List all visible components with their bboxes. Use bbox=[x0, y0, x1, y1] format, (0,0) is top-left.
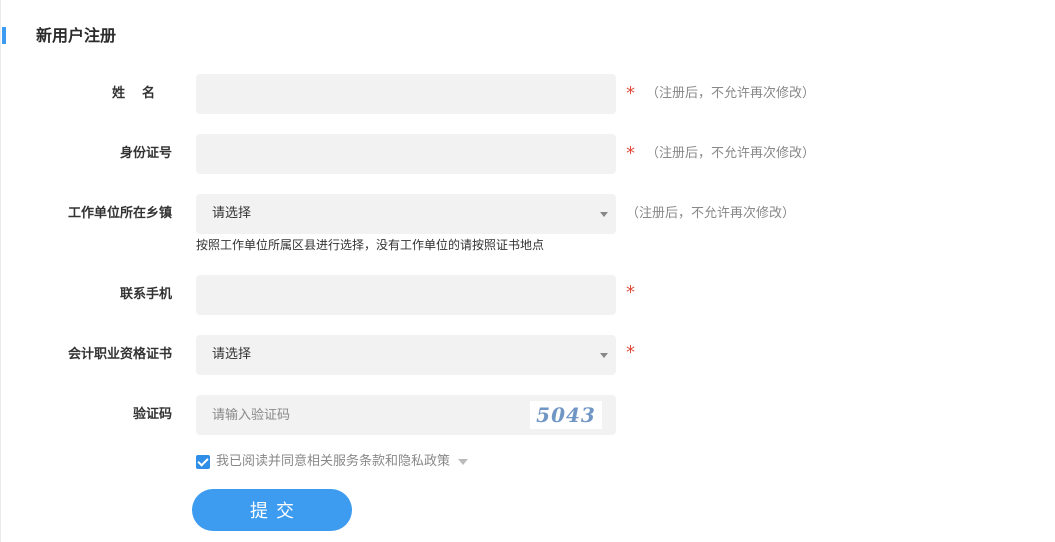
chevron-down-icon bbox=[600, 212, 608, 217]
workplace-town-selected: 请选择 bbox=[212, 206, 252, 221]
title-accent-bar bbox=[2, 27, 6, 44]
page-title: 新用户注册 bbox=[36, 26, 117, 45]
phone-required-mark: * bbox=[626, 282, 635, 303]
certificate-select[interactable]: 请选择 bbox=[196, 335, 616, 375]
caret-down-icon[interactable] bbox=[458, 459, 469, 465]
name-input[interactable] bbox=[196, 74, 616, 114]
agreement-checkbox[interactable] bbox=[196, 455, 210, 469]
id-number-input[interactable] bbox=[196, 134, 616, 174]
chevron-down-icon bbox=[600, 353, 608, 358]
submit-button[interactable]: 提交 bbox=[192, 489, 352, 531]
captcha-image[interactable]: 5043 bbox=[530, 401, 602, 429]
agreement-row: 我已阅读并同意相关服务条款和隐私政策 bbox=[196, 452, 469, 472]
workplace-town-select[interactable]: 请选择 bbox=[196, 194, 616, 234]
workplace-town-sub-hint: 按照工作单位所属区县进行选择，没有工作单位的请按照证书地点 bbox=[196, 238, 545, 252]
phone-input[interactable] bbox=[196, 275, 616, 315]
id-number-hint: （注册后，不允许再次修改） bbox=[646, 146, 816, 161]
certificate-required-mark: * bbox=[626, 342, 635, 363]
agreement-text[interactable]: 我已阅读并同意相关服务条款和隐私政策 bbox=[216, 452, 450, 472]
id-number-label: 身份证号 bbox=[119, 146, 172, 161]
captcha-label: 验证码 bbox=[132, 407, 172, 422]
certificate-selected: 请选择 bbox=[212, 347, 252, 362]
name-hint: （注册后，不允许再次修改） bbox=[646, 86, 816, 101]
workplace-town-hint: （注册后，不允许再次修改） bbox=[626, 206, 796, 221]
workplace-town-label: 工作单位所在乡镇 bbox=[67, 206, 172, 221]
captcha-input[interactable] bbox=[196, 395, 516, 435]
phone-label: 联系手机 bbox=[119, 287, 172, 302]
captcha-field[interactable]: 5043 bbox=[196, 395, 616, 435]
id-number-field[interactable] bbox=[196, 134, 616, 174]
captcha-image-text: 5043 bbox=[536, 403, 596, 427]
certificate-label: 会计职业资格证书 bbox=[67, 347, 172, 362]
id-number-required-mark: * bbox=[626, 143, 635, 164]
name-field[interactable] bbox=[196, 74, 616, 114]
phone-field[interactable] bbox=[196, 275, 616, 315]
name-required-mark: * bbox=[626, 83, 635, 104]
name-label: 姓名 bbox=[111, 86, 172, 101]
